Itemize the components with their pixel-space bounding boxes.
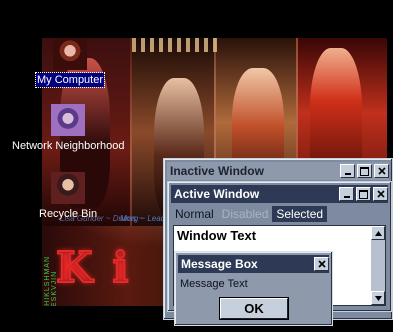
active-window-titlebar[interactable]: Active Window	[171, 185, 388, 203]
menu-item-selected[interactable]: Selected	[272, 206, 328, 222]
maximize-button[interactable]	[356, 187, 371, 201]
menu-bar: Normal Disabled Selected	[171, 205, 388, 223]
close-button[interactable]	[374, 164, 389, 178]
vertical-scrollbar[interactable]	[371, 226, 385, 305]
desktop-icon-network-neighborhood[interactable]: Network Neighborhood	[11, 104, 126, 153]
window-text: Window Text	[177, 228, 257, 243]
message-box-title: Message Box	[181, 257, 258, 271]
desktop-icon-label: My Computer	[34, 72, 106, 88]
network-neighborhood-icon	[51, 104, 86, 136]
wallpaper-vertical-text: SHIKLSHMAN JESKVJIN	[44, 256, 58, 306]
close-icon	[377, 167, 386, 175]
minimize-icon	[344, 173, 351, 175]
desktop-icon-my-computer[interactable]: My Computer	[34, 38, 106, 88]
arrow-up-icon	[374, 230, 382, 236]
maximize-icon	[359, 189, 368, 199]
window-title: Active Window	[174, 187, 260, 201]
close-icon	[317, 260, 326, 268]
desktop-icon-label: Network Neighborhood	[12, 140, 125, 152]
close-button[interactable]	[314, 257, 329, 271]
band-logo: Ki	[55, 242, 149, 293]
minimize-icon	[343, 196, 350, 198]
minimize-button[interactable]	[339, 187, 354, 201]
desktop-icon-recycle-bin[interactable]: Recycle Bin	[38, 172, 98, 221]
recycle-bin-icon	[51, 172, 86, 204]
window-title: Inactive Window	[170, 164, 264, 178]
scroll-down-button[interactable]	[371, 291, 385, 305]
close-button[interactable]	[373, 187, 388, 201]
scroll-up-button[interactable]	[371, 226, 385, 240]
menu-item-disabled: Disabled	[221, 207, 269, 221]
desktop-icon-label: Recycle Bin	[39, 208, 98, 220]
message-box-titlebar[interactable]: Message Box	[178, 255, 329, 273]
ok-button[interactable]: OK	[219, 297, 289, 320]
minimize-button[interactable]	[340, 164, 355, 178]
arrow-down-icon	[374, 295, 382, 301]
maximize-icon	[360, 166, 369, 176]
close-icon	[376, 190, 385, 198]
maximize-button[interactable]	[357, 164, 372, 178]
desktop: Lisa Gunder ~ Drums ~ Morg ~ Lead Vo Ki …	[0, 0, 393, 332]
stage-lights	[132, 38, 222, 52]
menu-item-normal[interactable]: Normal	[171, 206, 218, 222]
message-box[interactable]: Message Box Message Text OK	[174, 251, 333, 326]
my-computer-icon	[53, 38, 88, 70]
message-text: Message Text	[180, 278, 248, 290]
inactive-window-titlebar[interactable]: Inactive Window	[167, 162, 389, 180]
